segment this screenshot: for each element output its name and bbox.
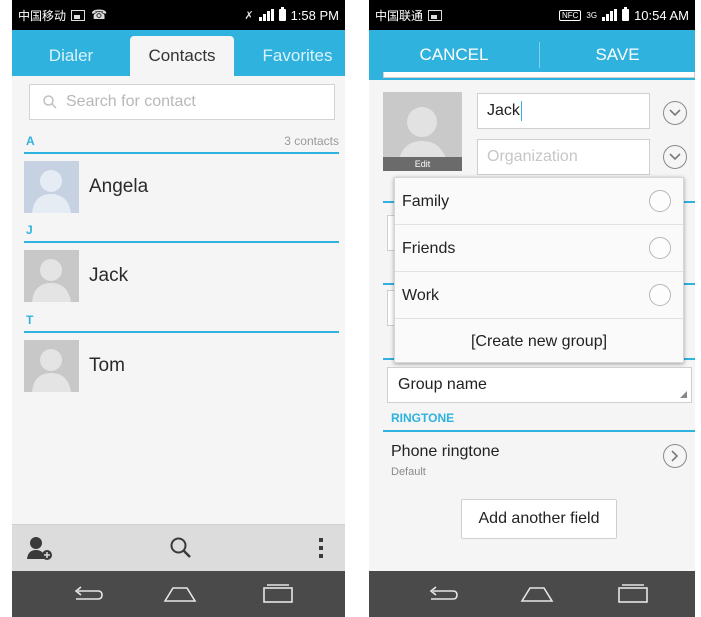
tab-contacts[interactable]: Contacts (130, 36, 234, 76)
home-icon[interactable] (519, 582, 555, 606)
search-placeholder: Search for contact (66, 93, 196, 110)
group-picker-popup: Family Friends Work [Create new group] (394, 177, 684, 363)
avatar (24, 340, 79, 392)
section-header-j: J (24, 223, 339, 243)
contact-row-tom[interactable]: Tom (24, 337, 339, 395)
chevron-right-icon (671, 450, 679, 462)
ringtone-title[interactable]: Phone ringtone (391, 443, 500, 461)
default-avatar-icon (32, 259, 71, 302)
gallery-notification-icon (428, 9, 443, 21)
radio-button[interactable] (649, 190, 671, 212)
contact-row-jack[interactable]: Jack (24, 247, 339, 305)
section-letter: T (26, 313, 34, 327)
status-time: 10:54 AM (634, 7, 689, 23)
spinner-corner-icon (680, 391, 687, 398)
carrier-name: 中国联通 (375, 8, 424, 23)
nfc-icon: NFC (558, 9, 582, 21)
group-option-work[interactable]: Work (395, 272, 683, 319)
chevron-down-icon (669, 109, 681, 117)
search-icon (43, 95, 57, 109)
home-icon[interactable] (162, 582, 198, 606)
battery-icon (278, 7, 286, 21)
edit-contact-screen: 中国联通 NFC 3G 10:54 AM CANCEL SAVE Edit Ja… (369, 0, 695, 617)
section-letter: A (26, 134, 35, 148)
contacts-tab-bar: Dialer Contacts Favorites (12, 30, 345, 76)
signal-icon (602, 9, 618, 21)
recent-apps-icon[interactable] (262, 582, 294, 606)
group-option-family[interactable]: Family (395, 178, 683, 225)
default-avatar-icon (32, 170, 71, 213)
search-icon[interactable] (169, 536, 193, 560)
status-bar: 中国联通 NFC 3G 10:54 AM (369, 0, 695, 30)
section-letter: J (26, 223, 33, 237)
mute-icon: ✗ (244, 9, 254, 22)
add-contact-icon[interactable] (26, 535, 54, 561)
group-option-label: Friends (402, 240, 456, 257)
group-name-spinner[interactable]: Group name (387, 367, 692, 403)
photo-edit-label: Edit (383, 157, 462, 171)
ringtone-section-header: RINGTONE (391, 411, 455, 425)
contact-row-angela[interactable]: Angela (24, 158, 339, 216)
contacts-bottom-bar (12, 524, 345, 571)
missed-call-icon: ☎ (91, 7, 108, 22)
overflow-menu-icon[interactable] (318, 538, 324, 558)
chevron-down-icon (669, 153, 681, 161)
contact-search-input[interactable]: Search for contact (29, 84, 335, 120)
add-another-field-button[interactable]: Add another field (461, 499, 617, 539)
contact-name: Jack (89, 265, 129, 286)
create-new-group-button[interactable]: [Create new group] (395, 319, 683, 364)
avatar (24, 161, 79, 213)
tab-dialer[interactable]: Dialer (12, 36, 130, 76)
contact-photo[interactable]: Edit (383, 92, 462, 171)
status-time: 1:58 PM (290, 7, 339, 23)
network-type: 3G (586, 10, 598, 20)
name-field[interactable]: Jack (477, 93, 650, 129)
default-avatar-icon (32, 349, 71, 392)
field-edge (383, 72, 695, 78)
back-icon[interactable] (70, 582, 104, 606)
section-header-t: T (24, 313, 339, 333)
radio-button[interactable] (649, 284, 671, 306)
section-underline (383, 430, 695, 432)
name-field-value: Jack (487, 102, 520, 119)
carrier-name: 中国移动 (18, 8, 67, 23)
system-nav-bar (369, 571, 695, 617)
expand-organization-button[interactable] (663, 145, 687, 169)
radio-button[interactable] (649, 237, 671, 259)
signal-icon (258, 9, 274, 21)
contacts-count: 3 contacts (284, 134, 339, 148)
expand-name-button[interactable] (663, 101, 687, 125)
contacts-screen: 中国移动 ☎ ✗ 1:58 PM Dialer Contacts Favorit… (12, 0, 345, 617)
ringtone-select-button[interactable] (663, 444, 687, 468)
recent-apps-icon[interactable] (617, 582, 649, 606)
tab-favorites[interactable]: Favorites (250, 36, 345, 76)
contact-name: Tom (89, 355, 125, 376)
system-nav-bar (12, 571, 345, 617)
group-name-value: Group name (398, 376, 487, 393)
ringtone-value: Default (391, 466, 426, 478)
gallery-notification-icon (71, 9, 86, 21)
battery-icon (622, 7, 630, 21)
avatar (24, 250, 79, 302)
group-option-friends[interactable]: Friends (395, 225, 683, 272)
status-bar: 中国移动 ☎ ✗ 1:58 PM (12, 0, 345, 30)
section-header-a: A 3 contacts (24, 134, 339, 154)
group-option-label: Work (402, 287, 440, 304)
organization-field[interactable]: Organization (477, 139, 650, 175)
text-cursor (520, 100, 522, 121)
group-option-label: Family (402, 193, 450, 210)
back-icon[interactable] (425, 582, 459, 606)
contact-name: Angela (89, 176, 149, 197)
